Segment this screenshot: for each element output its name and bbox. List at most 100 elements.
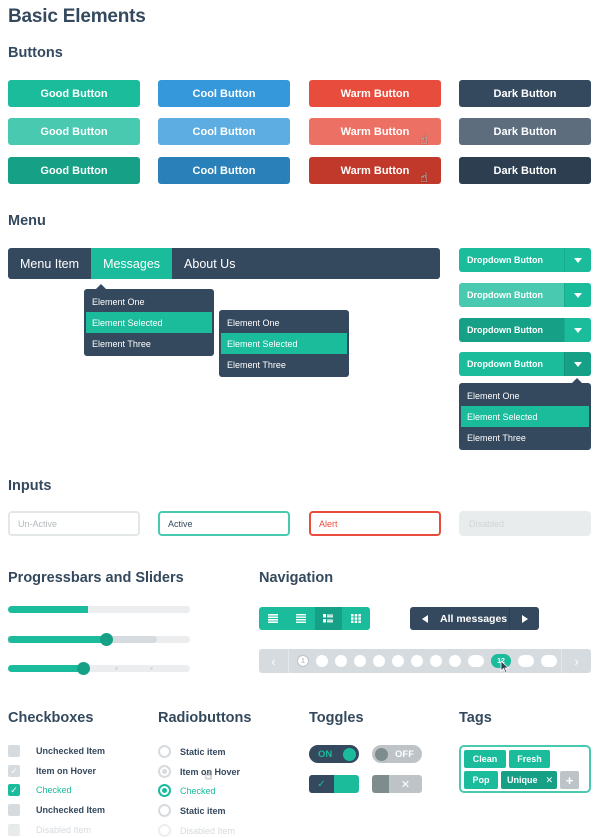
- toggle-off[interactable]: OFF: [372, 745, 422, 763]
- dropdown-item-selected[interactable]: Element Selected: [86, 312, 212, 333]
- good-button-hover[interactable]: Good Button: [8, 118, 140, 145]
- dropdown-arrow: [96, 284, 106, 289]
- view-list-button[interactable]: [287, 607, 315, 630]
- switch-handle: [372, 775, 389, 793]
- page-dot-first[interactable]: 1: [297, 655, 309, 667]
- radio-item[interactable]: Static item: [158, 745, 226, 758]
- dark-button-active[interactable]: Dark Button: [459, 157, 591, 184]
- radio-icon[interactable]: [158, 765, 171, 778]
- active-input[interactable]: [158, 511, 290, 536]
- page-dot[interactable]: [468, 655, 484, 667]
- tag-clean[interactable]: Clean: [464, 750, 506, 768]
- progress-bar: [8, 606, 190, 613]
- checkboxes-heading: Checkboxes: [8, 710, 94, 726]
- dropdown-item[interactable]: Element One: [461, 385, 589, 406]
- pager-next-button[interactable]: ›: [561, 649, 591, 673]
- tag-input[interactable]: Clean Fresh Pop Unique ✕ +: [459, 745, 591, 793]
- cool-button-active[interactable]: Cool Button: [158, 157, 290, 184]
- radio-dot: [162, 808, 167, 813]
- radio-label: Disabled Item: [180, 825, 236, 836]
- page-dot[interactable]: [335, 655, 347, 667]
- dropdown-item[interactable]: Element Three: [221, 354, 347, 375]
- checkbox-checked-icon[interactable]: ✓: [8, 765, 20, 777]
- checkbox-label: Unchecked Item: [36, 746, 106, 756]
- radio-checked-icon[interactable]: [158, 784, 171, 797]
- page-dot[interactable]: [354, 655, 366, 667]
- cool-button-normal[interactable]: Cool Button: [158, 80, 290, 107]
- plus-icon: +: [565, 772, 574, 788]
- dropdown-toggle[interactable]: [564, 352, 591, 376]
- checkbox-icon[interactable]: [8, 745, 20, 757]
- dropdown-button-normal[interactable]: Dropdown Button: [459, 248, 591, 272]
- remove-tag-icon[interactable]: ✕: [546, 775, 554, 786]
- radio-icon[interactable]: [158, 804, 171, 817]
- page-dot[interactable]: [449, 655, 461, 667]
- radio-item[interactable]: Checked: [158, 784, 216, 797]
- view-list-large-button[interactable]: [259, 607, 287, 630]
- next-message-button[interactable]: [509, 607, 539, 630]
- radio-item[interactable]: Item on Hover: [158, 765, 240, 778]
- view-grid-button[interactable]: [342, 607, 370, 630]
- inputs-heading: Inputs: [8, 478, 52, 494]
- dropdown-item[interactable]: Element One: [221, 312, 347, 333]
- previous-message-button[interactable]: [410, 607, 440, 630]
- dropdown-item-selected[interactable]: Element Selected: [221, 333, 347, 354]
- good-button-active[interactable]: Good Button: [8, 157, 140, 184]
- page-dot[interactable]: [430, 655, 442, 667]
- dropdown-toggle[interactable]: [564, 318, 591, 342]
- page-dot[interactable]: [373, 655, 385, 667]
- checkbox-checked-icon[interactable]: ✓: [8, 784, 20, 796]
- dropdown-item[interactable]: Element One: [86, 291, 212, 312]
- dropdown-toggle[interactable]: [564, 283, 591, 307]
- toggle-on[interactable]: ON: [309, 745, 359, 763]
- page-dot[interactable]: [518, 655, 534, 667]
- tag-fresh[interactable]: Fresh: [509, 750, 550, 768]
- checkbox-item[interactable]: ✓ Checked: [8, 784, 72, 796]
- menu-item-menu-item[interactable]: Menu Item: [8, 248, 91, 279]
- dropdown-button-label: Dropdown Button: [467, 290, 543, 300]
- dark-button-normal[interactable]: Dark Button: [459, 80, 591, 107]
- add-tag-button[interactable]: +: [560, 771, 579, 789]
- tag-unique[interactable]: Unique ✕: [501, 771, 557, 789]
- slider-fill: [8, 665, 83, 672]
- pager-prev-button[interactable]: ‹: [259, 649, 289, 673]
- unactive-input[interactable]: [8, 511, 140, 536]
- cool-button-hover[interactable]: Cool Button: [158, 118, 290, 145]
- dropdown-item[interactable]: Element Three: [461, 427, 589, 448]
- dropdown-toggle[interactable]: [564, 248, 591, 272]
- checkbox-item[interactable]: Unchecked Item: [8, 745, 105, 757]
- warm-button-normal[interactable]: Warm Button: [309, 80, 441, 107]
- dark-button-hover[interactable]: Dark Button: [459, 118, 591, 145]
- menu-item-about-us[interactable]: About Us: [172, 248, 247, 279]
- checkbox-item[interactable]: ✓ Item on Hover: [8, 765, 96, 777]
- tag-pop[interactable]: Pop: [464, 771, 498, 789]
- dropdown-item[interactable]: Element Three: [86, 333, 212, 354]
- radio-icon[interactable]: [158, 745, 171, 758]
- slider-handle[interactable]: [76, 662, 90, 675]
- radio-item[interactable]: Static item: [158, 804, 226, 817]
- toggle-knob: [375, 747, 388, 761]
- page-dot[interactable]: [541, 655, 557, 667]
- checkbox-item[interactable]: Unchecked Item: [8, 804, 105, 816]
- slider-stepped[interactable]: [8, 662, 190, 675]
- menu-item-messages[interactable]: Messages: [91, 248, 173, 279]
- page-dot[interactable]: [392, 655, 404, 667]
- pagination: ‹ 112 ›: [259, 649, 591, 673]
- switch-checked[interactable]: ✓: [309, 775, 359, 793]
- dropdown-button-hover[interactable]: Dropdown Button: [459, 283, 591, 307]
- slider-handle[interactable]: [100, 633, 114, 646]
- page-dot[interactable]: [316, 655, 328, 667]
- switch-unchecked[interactable]: ✕: [372, 775, 422, 793]
- standalone-dropdown-menu: Element One Element Selected Element Thr…: [219, 310, 349, 377]
- radio-item: Disabled Item: [158, 824, 235, 837]
- page-dot[interactable]: [411, 655, 423, 667]
- dropdown-item-selected[interactable]: Element Selected: [461, 406, 589, 427]
- slider-buffered[interactable]: [8, 633, 190, 646]
- view-thumbs-button[interactable]: [314, 607, 343, 630]
- checkbox-icon[interactable]: [8, 804, 20, 816]
- dropdown-button-open[interactable]: Dropdown Button: [459, 352, 591, 376]
- good-button-normal[interactable]: Good Button: [8, 80, 140, 107]
- dropdown-button-active[interactable]: Dropdown Button: [459, 318, 591, 342]
- check-icon: ✓: [309, 775, 334, 793]
- alert-input[interactable]: [309, 511, 441, 536]
